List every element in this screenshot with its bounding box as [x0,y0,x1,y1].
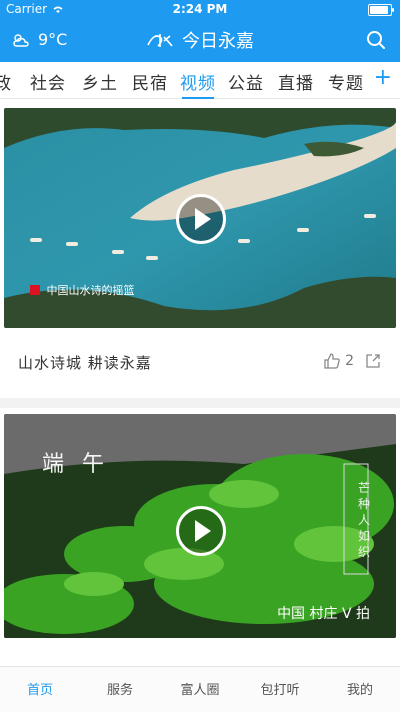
video-thumbnail[interactable]: 端午 芒种人如织 中国 村庄 V 拍 [4,414,396,638]
nav-me[interactable]: 我的 [320,679,400,698]
status-time: 2:24 PM [172,2,228,16]
thumbnail-vertical-text: 芒种人如织 [357,481,370,559]
nav-ask[interactable]: 包打听 [240,679,320,698]
tab-society[interactable]: 社会 [30,69,66,94]
video-card[interactable]: 端午 芒种人如织 中国 村庄 V 拍 [0,408,400,658]
video-thumbnail[interactable]: 中国山水诗的摇篮 [4,108,396,328]
like-count: 2 [345,353,354,369]
status-bar: Carrier 2:24 PM [0,0,400,18]
play-button[interactable] [176,506,226,556]
video-card[interactable]: 中国山水诗的摇篮 山水诗城 耕读永嘉 2 [0,106,400,402]
title-wrap: 今日永嘉 [0,27,400,53]
tab-video[interactable]: 视频 [180,69,216,99]
nav-services[interactable]: 服务 [80,679,160,698]
tab-live[interactable]: 直播 [278,69,314,94]
thumbs-up-icon [324,353,340,369]
card-actions: 2 [323,352,382,370]
seal-icon [30,285,40,295]
tab-topics[interactable]: 专题 [328,69,364,94]
bottom-nav: 首页 服务 富人圈 包打听 我的 [0,666,400,712]
nav-home[interactable]: 首页 [0,679,80,698]
category-tabs: 政 社会 乡土 民宿 视频 公益 直播 专题 + [0,62,400,99]
like-button[interactable]: 2 [323,352,354,370]
play-button[interactable] [176,194,226,244]
app-title: 今日永嘉 [182,31,254,52]
tab-homestay[interactable]: 民宿 [132,69,168,94]
search-icon[interactable] [364,28,388,52]
app-logo [147,34,173,47]
battery-icon [368,4,394,16]
thumbnail-brand: 中国 村庄 V 拍 [277,606,370,622]
section-divider [0,398,400,408]
card-title[interactable]: 山水诗城 耕读永嘉 [18,352,152,373]
tab-charity[interactable]: 公益 [228,69,264,94]
tab-politics[interactable]: 政 [0,69,12,94]
app-header: 9°C 今日永嘉 [0,18,400,62]
tab-local[interactable]: 乡土 [82,69,118,94]
add-tab-button[interactable]: + [374,67,392,89]
nav-rich-circle[interactable]: 富人圈 [160,679,240,698]
thumbnail-caption: 中国山水诗的摇篮 [30,282,135,298]
share-icon[interactable] [364,352,382,370]
thumbnail-title: 端午 [42,452,123,477]
